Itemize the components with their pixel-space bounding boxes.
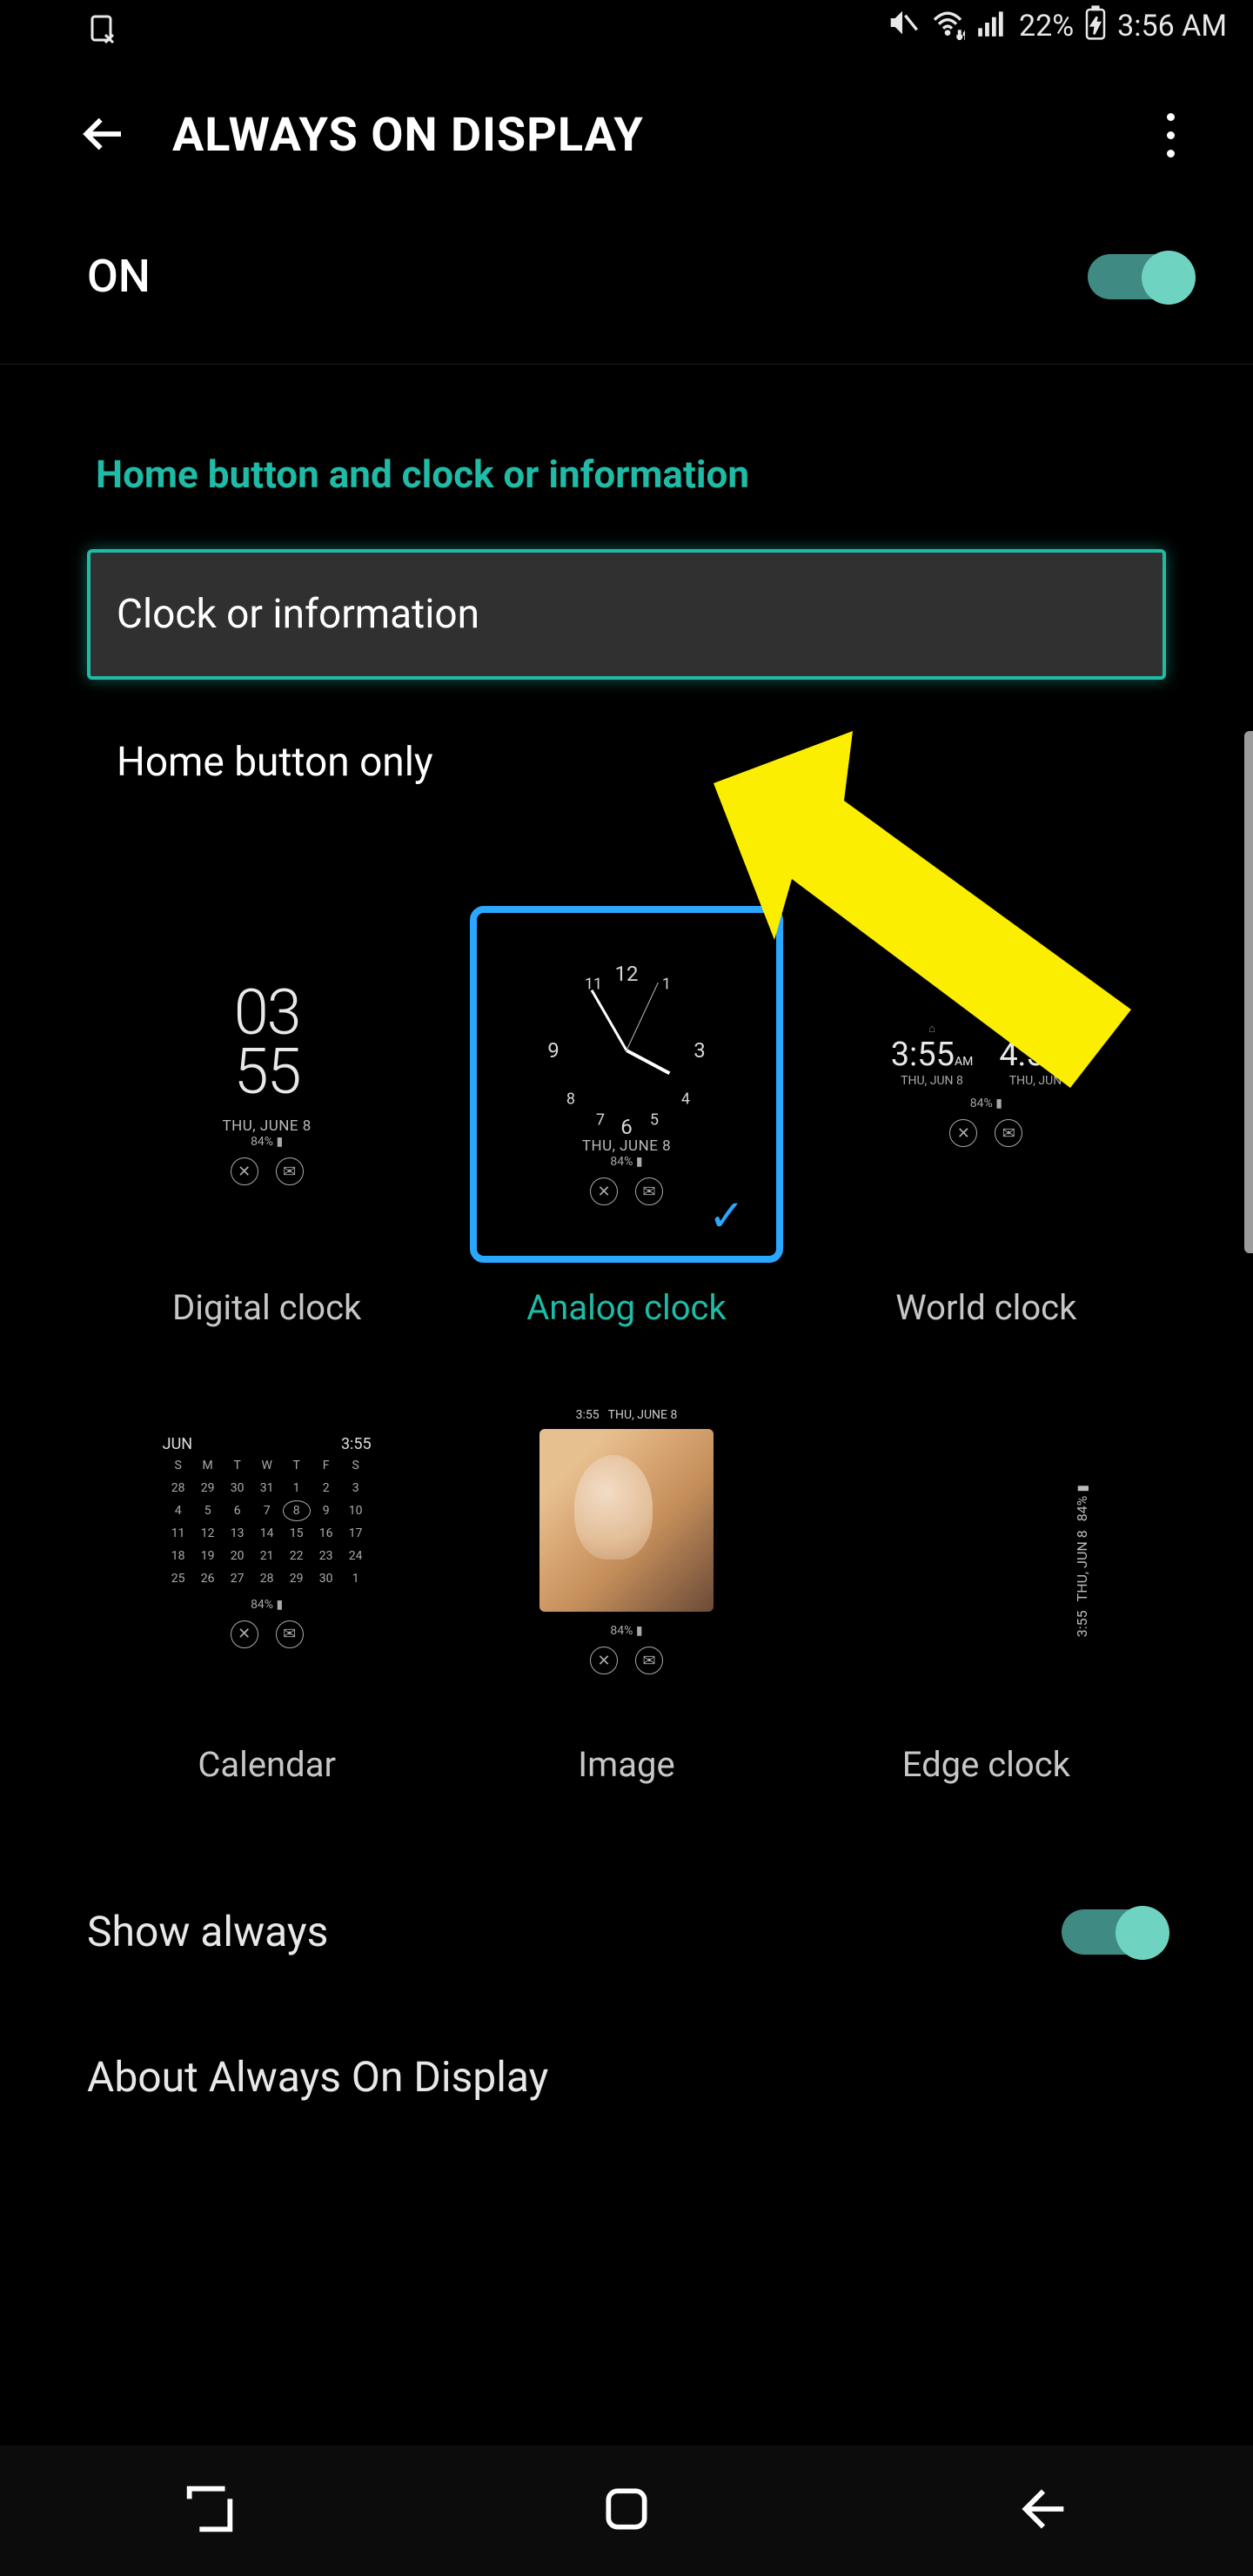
- style-preview: 3:55 THU, JUNE 8 84% ▮ ✕ ✉: [470, 1363, 783, 1720]
- image-date: THU, JUNE 8: [608, 1408, 678, 1422]
- preview-date: THU, JUNE 8: [222, 1117, 311, 1135]
- more-options-button[interactable]: [1167, 113, 1175, 158]
- preview-battery: 84% ▮: [610, 1155, 642, 1169]
- content-options-list: Clock or information Home button only: [0, 549, 1253, 828]
- calendar-time: 3:55: [341, 1435, 372, 1453]
- missed-call-icon: ✕: [590, 1177, 618, 1205]
- digital-time-bottom: 55: [234, 1043, 300, 1102]
- style-preview: 3:55 THU, JUN 8 84% ▮: [829, 1363, 1142, 1720]
- mail-icon: ✉: [995, 1119, 1022, 1147]
- sim-icon: [87, 14, 118, 53]
- preview-battery: 84% ▮: [251, 1135, 283, 1149]
- preview-date: THU, JUNE 8: [582, 1137, 671, 1155]
- mail-icon: ✉: [635, 1177, 663, 1205]
- setting-about[interactable]: About Always On Display: [0, 2004, 1253, 2150]
- selected-check-icon: ✓: [708, 1191, 745, 1242]
- option-label: Clock or information: [117, 591, 479, 638]
- missed-call-icon: ✕: [590, 1647, 618, 1674]
- show-always-toggle[interactable]: [1062, 1909, 1166, 1955]
- calendar-grid: SMTWTFS 28293031123 45678910 11121314151…: [163, 1453, 372, 1591]
- page-title: ALWAYS ON DISPLAY: [172, 108, 644, 163]
- style-preview: 03 55 THU, JUNE 8 84% ▮ ✕ ✉: [111, 906, 424, 1263]
- option-label: Home button only: [117, 739, 433, 786]
- master-toggle-row[interactable]: ON: [0, 206, 1253, 364]
- style-label: Calendar: [198, 1744, 336, 1785]
- status-bar: ↓↑ 22% 3:56 AM: [0, 0, 1253, 52]
- mute-vibrate-icon: [885, 5, 920, 48]
- signal-icon: [975, 6, 1008, 47]
- style-image[interactable]: 3:55 THU, JUNE 8 84% ▮ ✕ ✉ Image: [446, 1363, 806, 1785]
- back-button[interactable]: [78, 110, 127, 162]
- option-home-button-only[interactable]: Home button only: [87, 697, 1166, 828]
- style-preview: 12 1 11 3 9 6 4 5 7 8 THU, JUNE 8 84% ▮ …: [470, 906, 783, 1263]
- section-heading: Home button and clock or information: [0, 365, 1253, 549]
- preview-battery: 84% ▮: [251, 1598, 283, 1612]
- style-label: Image: [578, 1744, 674, 1785]
- style-label: Edge clock: [902, 1744, 1070, 1785]
- home-button[interactable]: [600, 2482, 653, 2539]
- edge-clock-text: 3:55 THU, JUN 8 84% ▮: [1074, 1485, 1090, 1637]
- analog-clock-face: 12 1 11 3 9 6 4 5 7 8: [539, 963, 714, 1137]
- preview-battery: 84% ▮: [610, 1624, 642, 1638]
- clock-style-grid: 03 55 THU, JUNE 8 84% ▮ ✕ ✉ Digital cloc…: [0, 828, 1253, 1794]
- image-time: 3:55: [576, 1408, 600, 1422]
- setting-label: About Always On Display: [87, 2052, 548, 2102]
- world-right-date: THU, JUN 8: [1009, 1074, 1072, 1088]
- style-world-clock[interactable]: ⌂ 3:55AM THU, JUN 8 Seoul 4:55AM THU, JU…: [807, 906, 1166, 1328]
- setting-label: Show always: [87, 1907, 328, 1956]
- status-time: 3:56 AM: [1117, 9, 1227, 44]
- style-label: Digital clock: [172, 1287, 361, 1328]
- world-city: Seoul: [1025, 1022, 1055, 1036]
- style-digital-clock[interactable]: 03 55 THU, JUNE 8 84% ▮ ✕ ✉ Digital cloc…: [87, 906, 446, 1328]
- style-edge-clock[interactable]: 3:55 THU, JUN 8 84% ▮ Edge clock: [807, 1363, 1166, 1785]
- option-clock-or-information[interactable]: Clock or information: [87, 549, 1166, 680]
- recents-button[interactable]: [179, 2479, 240, 2543]
- mail-icon: ✉: [276, 1157, 304, 1185]
- style-preview: ⌂ 3:55AM THU, JUN 8 Seoul 4:55AM THU, JU…: [829, 906, 1142, 1263]
- world-left-time: 3:55AM: [891, 1036, 974, 1074]
- mail-icon: ✉: [635, 1647, 663, 1674]
- wifi-icon: ↓↑: [930, 5, 965, 48]
- master-toggle-switch[interactable]: [1088, 254, 1192, 299]
- world-right-time: 4:55AM: [999, 1036, 1082, 1074]
- title-bar: ALWAYS ON DISPLAY: [0, 52, 1253, 206]
- scrollbar[interactable]: [1244, 731, 1253, 1253]
- battery-percent: 22%: [1019, 9, 1074, 44]
- battery-icon: [1084, 5, 1107, 48]
- style-calendar[interactable]: JUN 3:55 SMTWTFS 28293031123 45678910 11…: [87, 1363, 446, 1785]
- master-toggle-label: ON: [87, 250, 151, 303]
- mail-icon: ✉: [276, 1620, 304, 1648]
- missed-call-icon: ✕: [231, 1157, 258, 1185]
- navigation-bar: [0, 2445, 1253, 2576]
- world-left-date: THU, JUN 8: [901, 1074, 963, 1088]
- preview-battery: 84% ▮: [970, 1097, 1002, 1110]
- calendar-month: JUN: [163, 1435, 192, 1453]
- style-analog-clock[interactable]: 12 1 11 3 9 6 4 5 7 8 THU, JUNE 8 84% ▮ …: [446, 906, 806, 1328]
- style-label: Analog clock: [526, 1287, 727, 1328]
- setting-show-always[interactable]: Show always: [0, 1794, 1253, 2004]
- missed-call-icon: ✕: [231, 1620, 258, 1648]
- svg-text:↓↑: ↓↑: [956, 26, 965, 40]
- style-label: World clock: [895, 1287, 1076, 1328]
- sample-photo: [539, 1429, 714, 1612]
- digital-time-top: 03: [234, 983, 300, 1043]
- back-nav-button[interactable]: [1013, 2479, 1074, 2543]
- missed-call-icon: ✕: [949, 1119, 977, 1147]
- style-preview: JUN 3:55 SMTWTFS 28293031123 45678910 11…: [111, 1363, 424, 1720]
